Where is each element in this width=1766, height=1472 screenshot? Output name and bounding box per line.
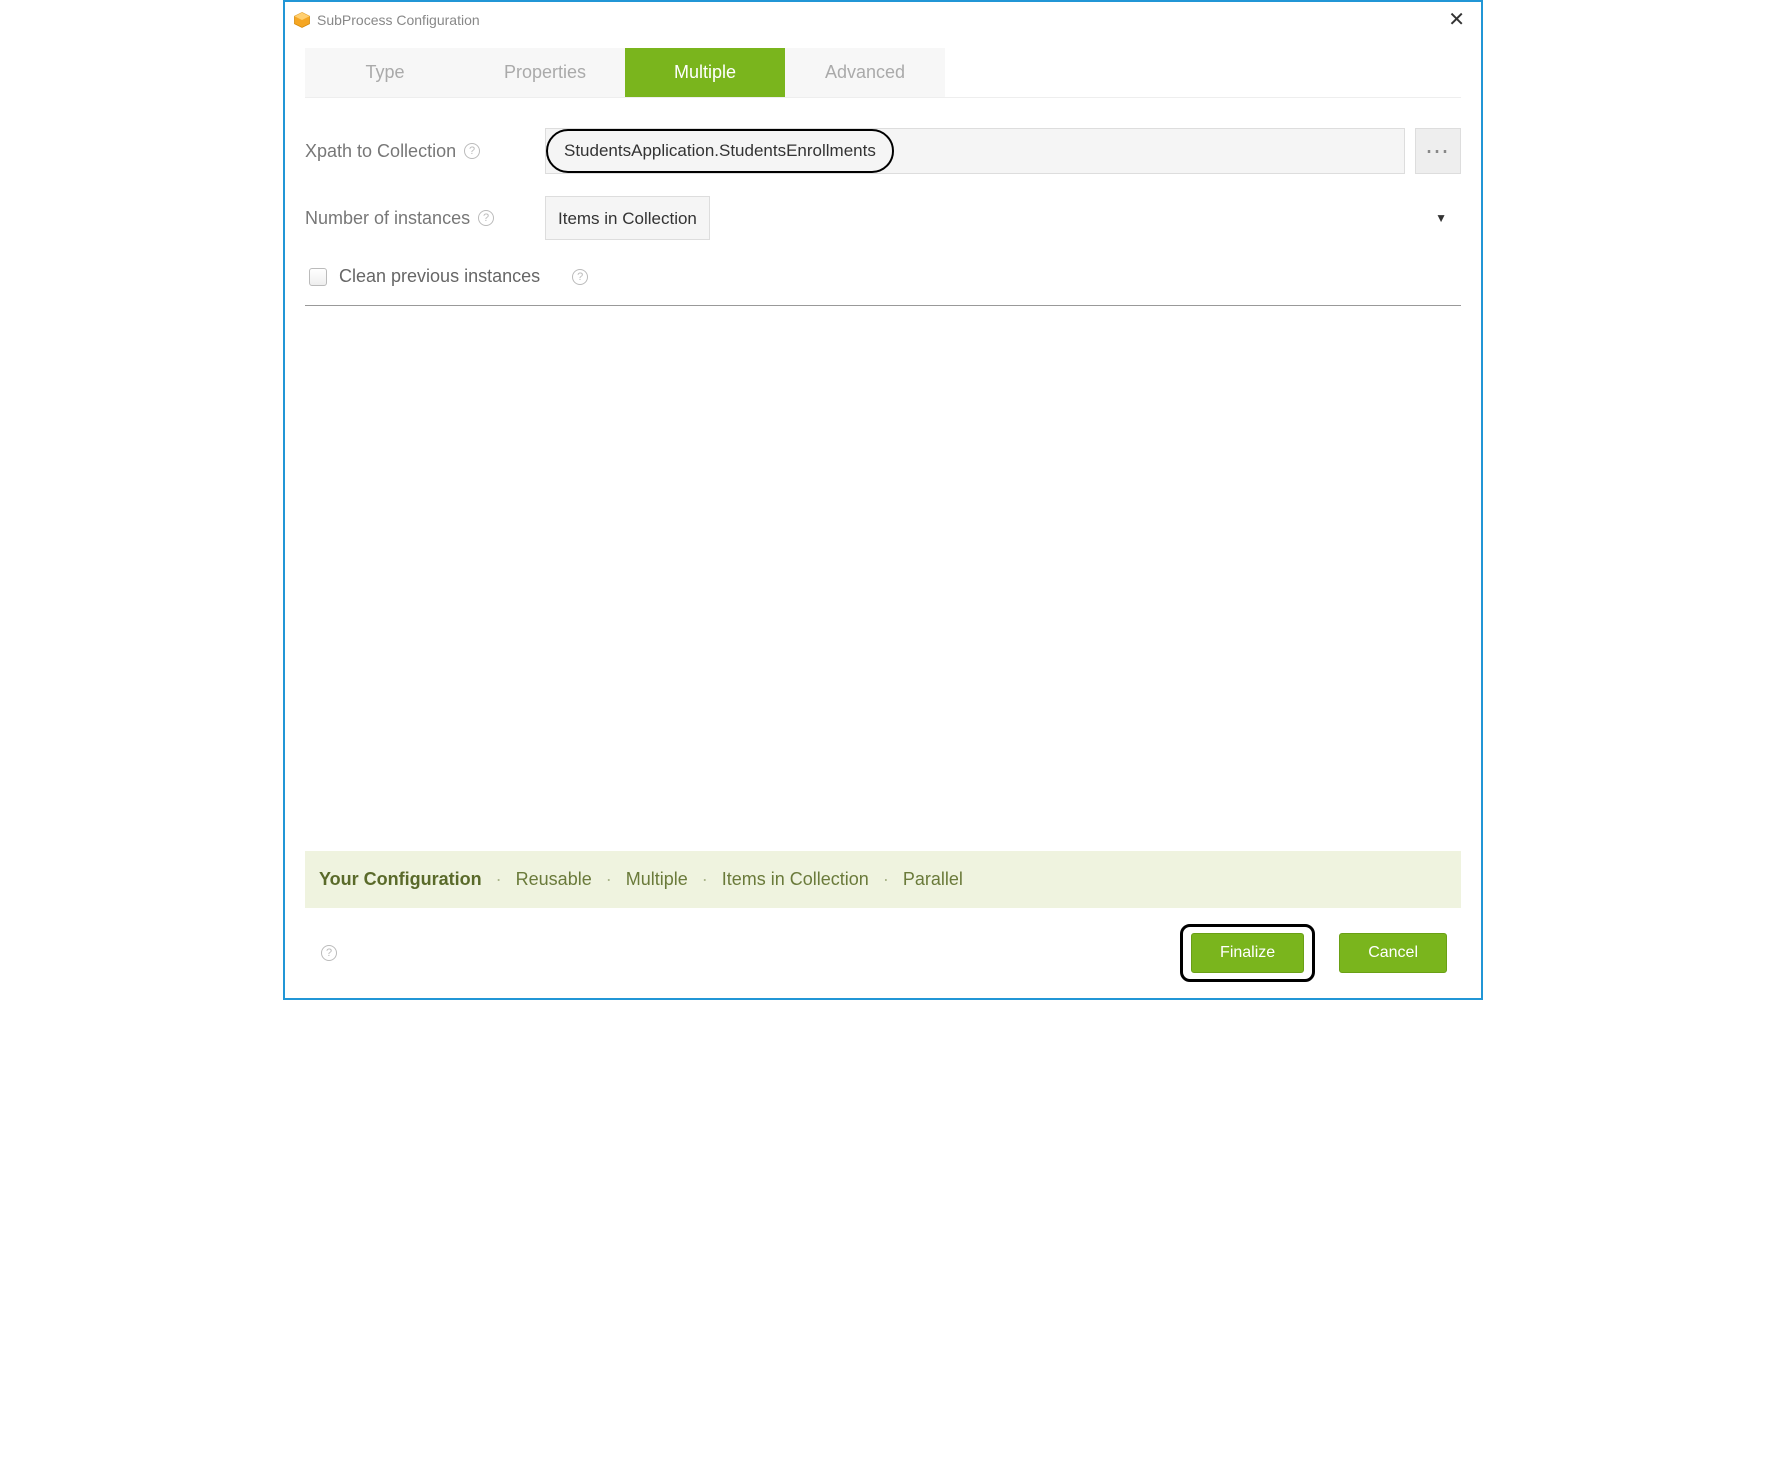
finalize-button[interactable]: Finalize: [1191, 933, 1304, 973]
xpath-input-container: StudentsApplication.StudentsEnrollments: [545, 128, 1405, 174]
tab-properties[interactable]: Properties: [465, 48, 625, 97]
xpath-browse-button[interactable]: ⋯: [1415, 128, 1461, 174]
app-icon: [293, 11, 311, 29]
help-icon[interactable]: ?: [321, 945, 337, 961]
footer: ? Finalize Cancel: [305, 908, 1461, 998]
instances-select[interactable]: Items in Collection: [545, 196, 710, 240]
label-xpath-text: Xpath to Collection: [305, 141, 456, 162]
titlebar: SubProcess Configuration ✕: [285, 2, 1481, 34]
xpath-input[interactable]: StudentsApplication.StudentsEnrollments: [546, 129, 894, 173]
help-icon[interactable]: ?: [464, 143, 480, 159]
form-area: Xpath to Collection ? StudentsApplicatio…: [305, 98, 1461, 306]
finalize-highlight: Finalize: [1180, 924, 1315, 982]
window-title: SubProcess Configuration: [317, 12, 480, 28]
xpath-field-wrap: StudentsApplication.StudentsEnrollments …: [545, 128, 1461, 174]
content-area: Type Properties Multiple Advanced Xpath …: [285, 34, 1481, 998]
instances-select-wrap: Items in Collection: [545, 196, 1461, 240]
summary-sep: ·: [600, 869, 618, 890]
row-xpath: Xpath to Collection ? StudentsApplicatio…: [305, 128, 1461, 174]
summary-title: Your Configuration: [319, 869, 482, 890]
summary-item: Reusable: [516, 869, 592, 890]
tab-multiple[interactable]: Multiple: [625, 48, 785, 97]
row-clean-previous: Clean previous instances ?: [305, 262, 1461, 305]
label-instances: Number of instances ?: [305, 208, 545, 229]
footer-buttons: Finalize Cancel: [1180, 924, 1447, 982]
spacer: [305, 306, 1461, 851]
help-icon[interactable]: ?: [478, 210, 494, 226]
clean-previous-label: Clean previous instances: [339, 266, 540, 287]
tab-type[interactable]: Type: [305, 48, 465, 97]
summary-bar: Your Configuration · Reusable · Multiple…: [305, 851, 1461, 908]
label-xpath: Xpath to Collection ?: [305, 141, 545, 162]
summary-sep: ·: [696, 869, 714, 890]
row-instances: Number of instances ? Items in Collectio…: [305, 196, 1461, 240]
help-icon[interactable]: ?: [572, 269, 588, 285]
summary-sep: ·: [877, 869, 895, 890]
instances-field-wrap: Items in Collection: [545, 196, 1461, 240]
summary-sep: ·: [490, 869, 508, 890]
tabbar: Type Properties Multiple Advanced: [305, 48, 1461, 98]
tab-advanced[interactable]: Advanced: [785, 48, 945, 97]
summary-item: Multiple: [626, 869, 688, 890]
summary-item: Items in Collection: [722, 869, 869, 890]
summary-item: Parallel: [903, 869, 963, 890]
label-instances-text: Number of instances: [305, 208, 470, 229]
clean-previous-checkbox[interactable]: [309, 268, 327, 286]
dialog-window: SubProcess Configuration ✕ Type Properti…: [283, 0, 1483, 1000]
close-icon[interactable]: ✕: [1442, 8, 1471, 32]
cancel-button[interactable]: Cancel: [1339, 933, 1447, 973]
